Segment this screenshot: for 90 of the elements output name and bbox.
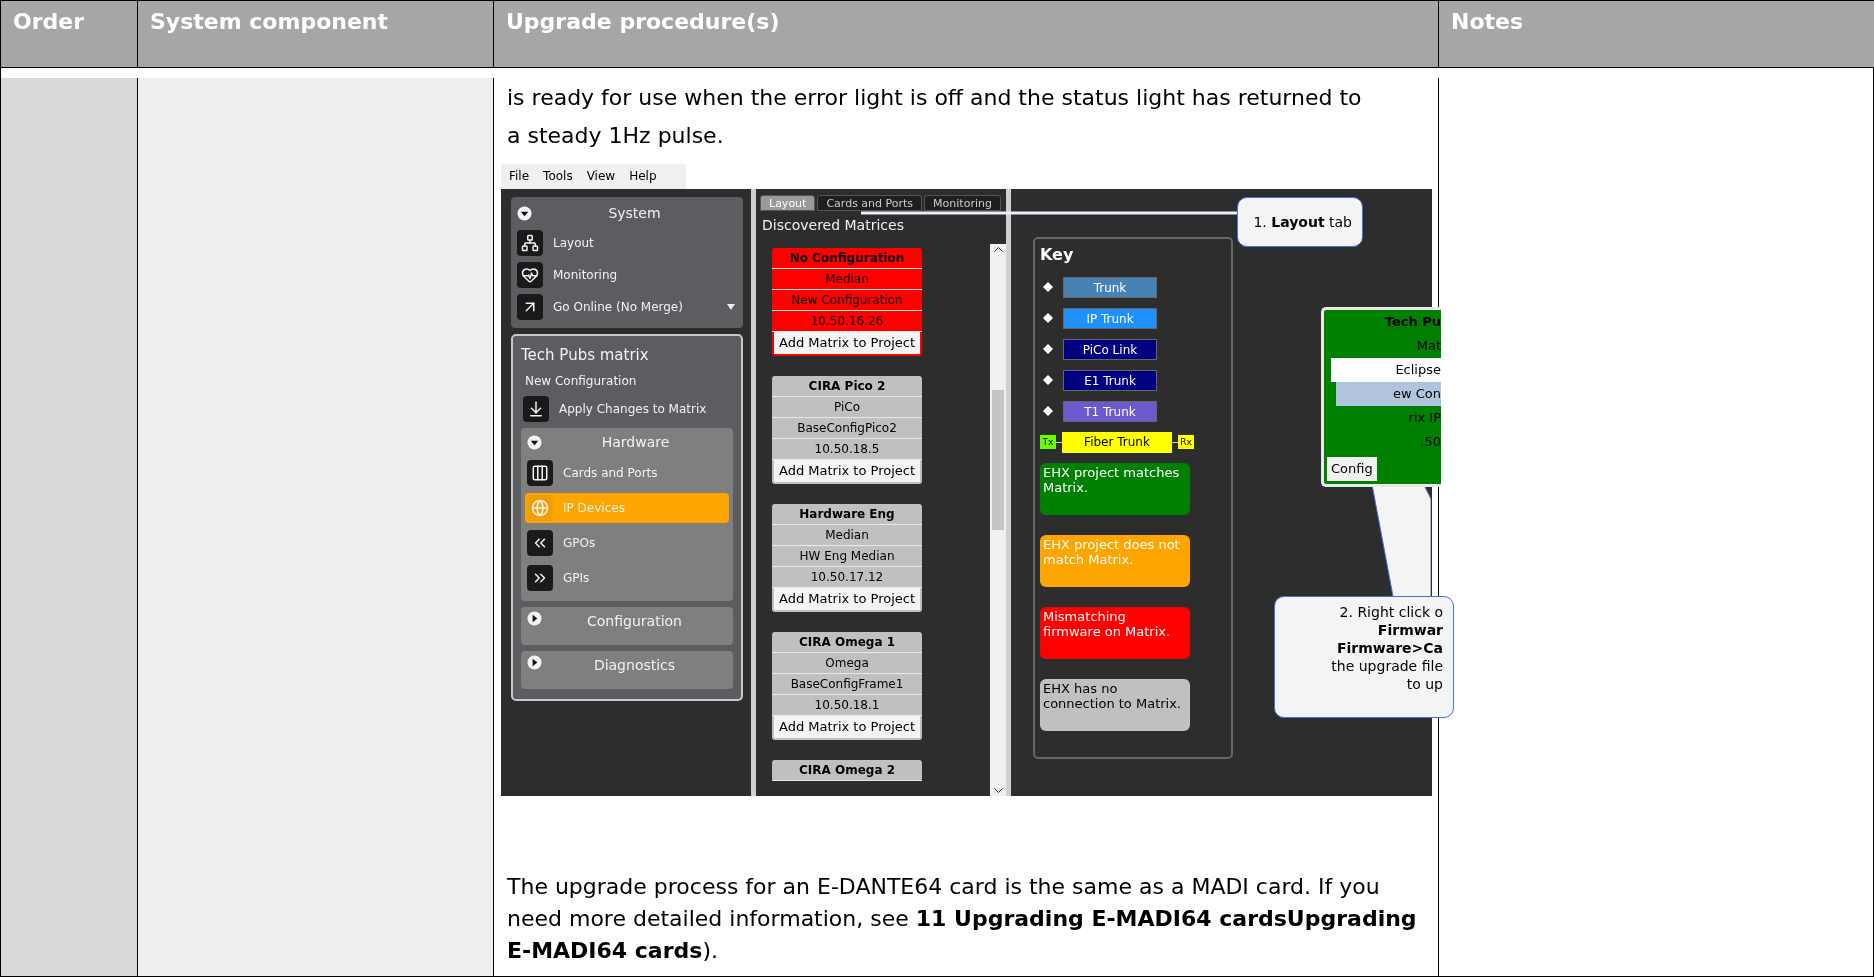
matrix-card-line: Tech Pu (1384, 312, 1441, 331)
callout: 1. Layout tab (1237, 196, 1363, 247)
callout: 2. Right click o Firmwar Firmware>Ca the upgrade file to up (1274, 595, 1454, 718)
section-panel[interactable]: Configuration (521, 607, 733, 645)
collapse-icon[interactable] (527, 435, 542, 450)
menu-item[interactable]: View (586, 167, 616, 185)
matrix-card-line: CIRA Pico 2 (772, 375, 922, 397)
expand-icon[interactable] (527, 655, 542, 670)
section-panel[interactable]: Diagnostics (521, 651, 733, 689)
diamond-icon (1043, 375, 1053, 385)
matrix-card[interactable]: CIRA Omega 2 (772, 759, 922, 781)
scrollbar-thumb[interactable] (992, 389, 1004, 530)
body-paragraph: is ready for use when the error light is off and the status light has returned to a steady 1Hz pulse. (507, 83, 1363, 150)
matrix-card-line: .50 (1420, 432, 1441, 451)
tx-label: Tx (1040, 435, 1056, 449)
panel-title: Hardware (600, 433, 671, 452)
nav-item[interactable]: Layout (553, 233, 594, 252)
add-matrix-button[interactable]: Add Matrix to Project (774, 459, 920, 482)
matrix-card-line: BaseConfigPico2 (772, 417, 922, 439)
nav-item[interactable]: Apply Changes to Matrix (559, 400, 707, 418)
matrix-card-line: Omega (772, 652, 922, 674)
add-matrix-button[interactable]: Add Matrix to Project (774, 331, 920, 354)
menu-item[interactable]: File (509, 167, 530, 185)
rx-label: Rx (1178, 435, 1194, 449)
link-type-swatch: PiCo Link (1063, 338, 1157, 360)
status-swatch: EHX has no connection to Matrix. (1040, 678, 1190, 731)
discovered-title: Discovered Matrices (761, 215, 905, 235)
nav-item[interactable]: GPOs (525, 528, 729, 558)
column-header: Upgrade procedure(s) (494, 1, 1439, 68)
matrix-subtitle: New Configuration (524, 373, 638, 390)
matrix-card-line: 10.50.16.26 (772, 310, 922, 332)
matrix-card-line: Mat (1416, 336, 1441, 355)
matrix-card-line: rix IP (1408, 408, 1441, 427)
status-swatch: EHX project does not match Matrix. (1040, 534, 1190, 587)
link-type-swatch: IP Trunk (1063, 307, 1157, 329)
matrix-card[interactable]: CIRA Pico 2 PiCo BaseConfigPico2 10.50.18.5 Add Matrix to Project (772, 375, 922, 484)
menu-item[interactable]: Help (629, 167, 657, 185)
matrix-card[interactable]: Hardware Eng Median HW Eng Median 10.50.17.12 Add Matrix to Project (772, 503, 922, 612)
link-type-swatch: T1 Trunk (1063, 400, 1157, 422)
matrix-card-line: 10.50.17.12 (772, 566, 922, 588)
key-title: Key (1040, 243, 1075, 266)
tab[interactable]: Cards and Ports (817, 194, 923, 211)
matrix-card-line: Hardware Eng (772, 503, 922, 525)
matrix-card-line: No Configuration (772, 247, 922, 269)
matrix-card[interactable]: CIRA Omega 1 Omega BaseConfigFrame1 10.50.18.1 Add Matrix to Project (772, 631, 922, 740)
matrix-card-line: HW Eng Median (772, 545, 922, 567)
dropdown-arrow-icon[interactable] (727, 303, 735, 310)
matrix-card[interactable]: No Configuration Median New Configuration 10.50.16.26 Add Matrix to Project (772, 247, 922, 356)
scroll-up-icon[interactable] (993, 245, 1003, 252)
diamond-icon (1043, 406, 1053, 416)
link-type-swatch: Trunk (1063, 276, 1157, 298)
matrix-card-line: 10.50.18.1 (772, 694, 922, 716)
status-swatch: Mismatching firmware on Matrix. (1040, 606, 1190, 659)
column-header: Notes (1439, 1, 1874, 68)
tab[interactable]: Monitoring (924, 194, 1001, 211)
expand-icon[interactable] (527, 611, 542, 626)
scroll-down-icon[interactable] (993, 787, 1003, 794)
card-rack-icon (527, 460, 553, 486)
matrix-card-line: BaseConfigFrame1 (772, 673, 922, 695)
matrix-card-line: CIRA Omega 1 (772, 631, 922, 653)
matrix-card[interactable]: Tech Pu Mat Eclipse ew Con rix IP .50 Config (1321, 306, 1441, 487)
diamond-icon (1043, 282, 1053, 292)
matrix-card-line: Median (772, 268, 922, 290)
link-type-swatch: E1 Trunk (1063, 369, 1157, 391)
add-matrix-button[interactable]: Add Matrix to Project (774, 587, 920, 610)
download-icon (523, 396, 549, 422)
menu-item[interactable]: Tools (543, 167, 573, 185)
add-matrix-button[interactable]: Add Matrix to Project (774, 715, 920, 738)
collapse-icon[interactable] (517, 205, 532, 221)
matrix-title: Tech Pubs matrix (521, 344, 650, 366)
column-header: Order (1, 1, 138, 68)
nav-item[interactable]: Monitoring (553, 265, 618, 284)
scrollbar[interactable] (990, 243, 1006, 796)
nav-item[interactable]: GPIs (525, 563, 729, 593)
network-icon (517, 229, 543, 256)
matrix-card-line: PiCo (772, 396, 922, 418)
matrix-card-line: New Configuration (772, 289, 922, 311)
diamond-icon (1043, 313, 1053, 323)
globe-icon (527, 495, 553, 521)
matrix-card-line: Median (772, 524, 922, 546)
matrix-card-line: 10.50.18.5 (772, 438, 922, 460)
diamond-icon (1043, 344, 1053, 354)
nav-item[interactable]: Cards and Ports (525, 458, 729, 488)
fiber-trunk-swatch: Fiber Trunk (1062, 431, 1172, 453)
body-paragraph: The upgrade process for an E-DANTE64 card is the same as a MADI card. If you need more detailed information, see 11 Upgrading E-MADI64 cardsUpgrading E-MADI64 cards). (507, 872, 1418, 965)
column-header: System component (138, 1, 494, 68)
panel-title: System (607, 203, 662, 223)
nav-item[interactable]: Go Online (No Merge) (553, 297, 683, 316)
status-swatch: EHX project matches Matrix. (1040, 462, 1190, 515)
config-button[interactable]: Config (1327, 456, 1377, 481)
